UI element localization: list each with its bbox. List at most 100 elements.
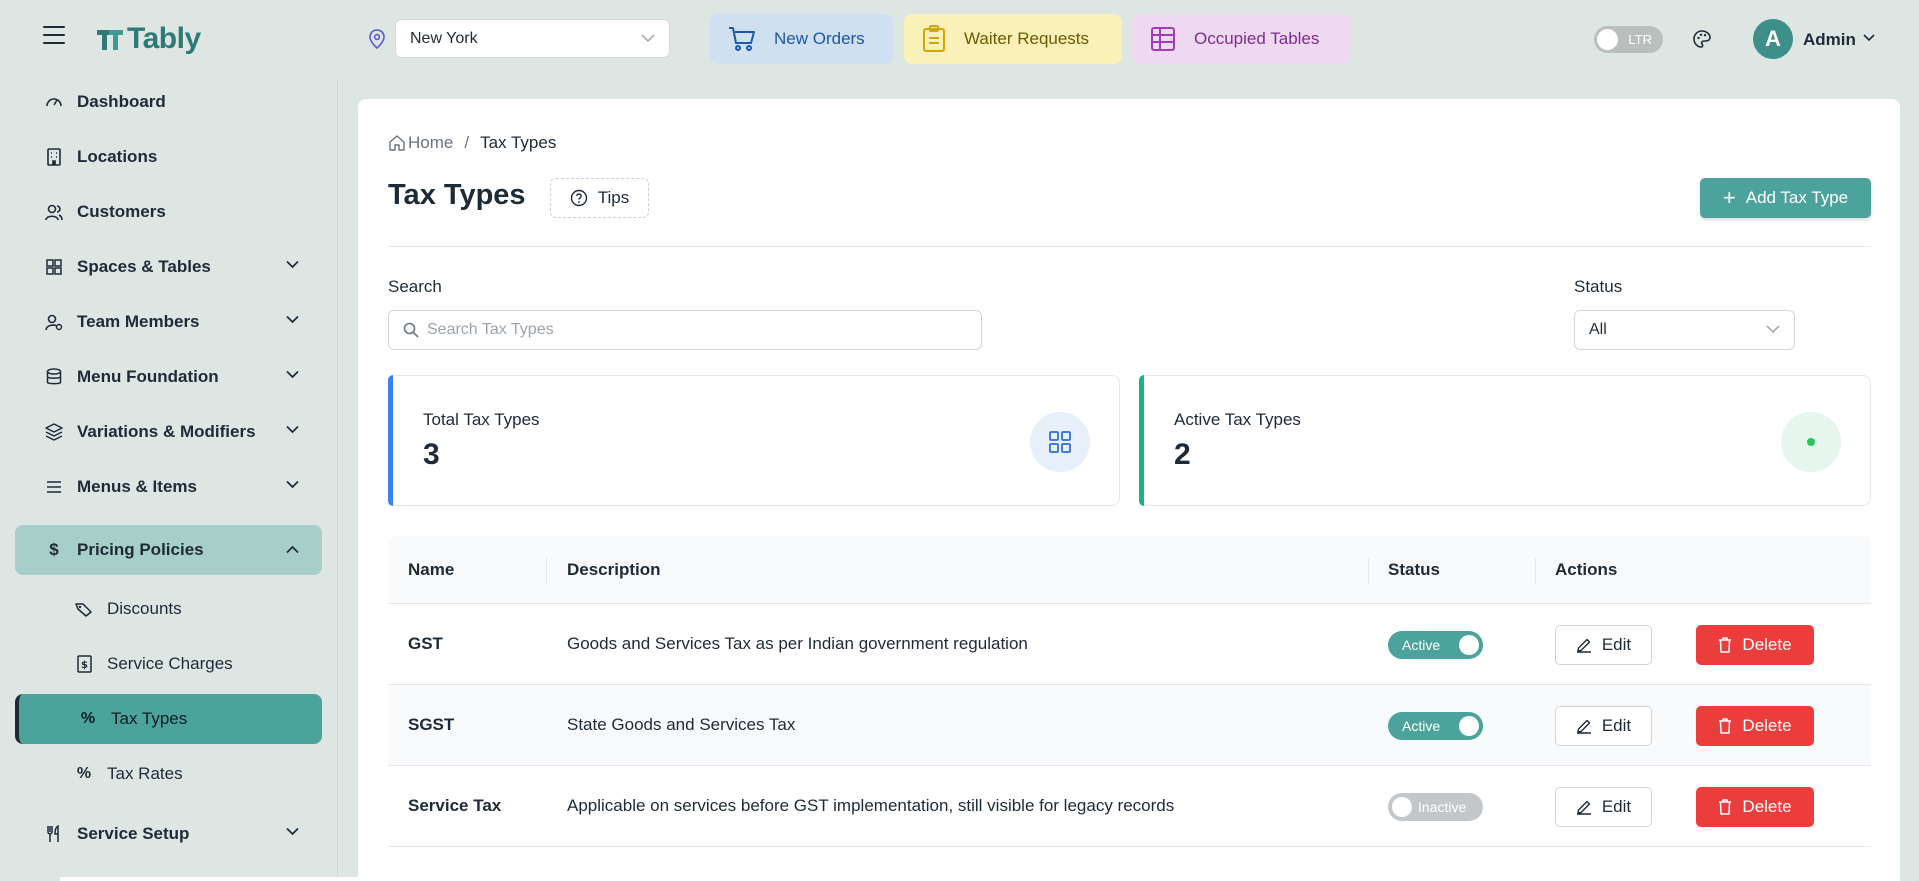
search-box[interactable]: [388, 310, 982, 350]
column-divider: [1368, 558, 1369, 584]
table-header: Name Description Status Actions: [388, 536, 1871, 604]
waiter-requests-button[interactable]: Waiter Requests: [904, 14, 1122, 64]
sidebar-item-locations[interactable]: Locations: [15, 134, 322, 180]
sidebar-item-customers[interactable]: Customers: [15, 189, 322, 235]
breadcrumb: Home / Tax Types: [388, 133, 556, 153]
delete-label: Delete: [1742, 716, 1792, 735]
table-body: GST Goods and Services Tax as per Indian…: [388, 604, 1871, 847]
occupied-tables-label: Occupied Tables: [1194, 29, 1320, 48]
trash-icon: [1719, 637, 1732, 653]
table-row: GST Goods and Services Tax as per Indian…: [388, 604, 1871, 685]
chevron-down-icon: [641, 34, 655, 43]
edit-button[interactable]: Edit: [1555, 787, 1652, 827]
sidebar-item-label: Dashboard: [77, 92, 166, 111]
waiter-requests-label: Waiter Requests: [964, 29, 1090, 48]
search-input[interactable]: [427, 321, 947, 339]
stat-value: 2: [1174, 438, 1191, 471]
edit-button[interactable]: Edit: [1555, 706, 1652, 746]
column-header-status: Status: [1388, 560, 1440, 579]
user-gear-icon: [45, 313, 63, 331]
sidebar-item-team-members[interactable]: Team Members: [15, 299, 322, 345]
grid-icon: [45, 258, 63, 276]
location-pin-icon: [369, 29, 385, 49]
card-accent: [388, 375, 393, 506]
direction-toggle-label: LTR: [1628, 32, 1652, 47]
plus-icon: +: [1722, 185, 1736, 210]
help-circle-icon: [570, 189, 587, 207]
cell-name: GST: [408, 634, 443, 653]
status-select-value: All: [1589, 321, 1607, 338]
sidebar-item-label: Customers: [77, 202, 166, 221]
sidebar-item-label: Menu Foundation: [77, 367, 219, 386]
status-toggle[interactable]: Active: [1388, 712, 1483, 740]
list-icon: [45, 478, 63, 496]
sidebar-item-menu-foundation[interactable]: Menu Foundation: [15, 354, 322, 400]
status-select[interactable]: All: [1574, 310, 1795, 350]
sidebar-item-label: Team Members: [77, 312, 200, 331]
chevron-down-icon: [286, 827, 299, 836]
sidebar-item-discounts[interactable]: Discounts: [15, 586, 322, 632]
stat-title: Total Tax Types: [423, 410, 540, 429]
palette-icon[interactable]: [1692, 29, 1712, 49]
tax-types-table: Name Description Status Actions GST Good…: [388, 536, 1871, 847]
edit-label: Edit: [1601, 797, 1632, 816]
sidebar-item-tax-types[interactable]: % Tax Types: [15, 694, 322, 744]
sidebar-item-tax-rates[interactable]: % Tax Rates: [15, 751, 322, 797]
sidebar-item-label: Pricing Policies: [77, 540, 204, 559]
svg-text:$: $: [81, 660, 88, 671]
location-select-value: New York: [410, 29, 478, 47]
delete-button[interactable]: Delete: [1696, 787, 1814, 827]
location-select[interactable]: New York: [395, 19, 670, 58]
sidebar-item-label: Variations & Modifiers: [77, 422, 256, 441]
edit-button[interactable]: Edit: [1555, 625, 1652, 665]
status-label: Status: [1574, 277, 1623, 296]
add-tax-type-label: Add Tax Type: [1745, 188, 1849, 207]
cart-icon: [729, 27, 755, 51]
breadcrumb-home[interactable]: Home: [408, 133, 453, 153]
sidebar-item-spaces-tables[interactable]: Spaces & Tables: [15, 244, 322, 290]
delete-button[interactable]: Delete: [1696, 706, 1814, 746]
avatar[interactable]: A: [1753, 19, 1793, 59]
chevron-down-icon: [286, 260, 299, 269]
chevron-up-icon: [286, 545, 299, 554]
status-toggle-label: Active: [1402, 637, 1441, 653]
table-row: SGST State Goods and Services Tax Active…: [388, 685, 1871, 766]
stat-value: 3: [423, 438, 440, 471]
add-tax-type-button[interactable]: + Add Tax Type: [1700, 178, 1871, 218]
percent-icon: %: [80, 710, 96, 727]
sidebar-item-service-charges[interactable]: $ Service Charges: [15, 641, 322, 687]
cell-description: Applicable on services before GST implem…: [567, 796, 1175, 815]
trash-icon: [1719, 718, 1732, 734]
cell-description: Goods and Services Tax as per Indian gov…: [567, 634, 1028, 653]
chevron-down-icon[interactable]: [1863, 33, 1875, 42]
occupied-tables-button[interactable]: Occupied Tables: [1132, 14, 1351, 64]
direction-toggle[interactable]: LTR: [1594, 26, 1663, 53]
new-orders-label: New Orders: [774, 29, 865, 48]
sidebar-item-label: Discounts: [107, 599, 182, 618]
status-toggle[interactable]: Inactive: [1388, 793, 1483, 821]
sidebar-item-pricing-policies[interactable]: $ Pricing Policies: [15, 525, 322, 575]
utensils-icon: [45, 825, 63, 843]
toggle-knob: [1392, 797, 1412, 817]
delete-button[interactable]: Delete: [1696, 625, 1814, 665]
status-toggle[interactable]: Active: [1388, 631, 1483, 659]
sidebar-item-label: Service Charges: [107, 654, 233, 673]
brand[interactable]: Tably: [95, 22, 201, 56]
brand-name: Tably: [127, 22, 201, 55]
new-orders-button[interactable]: New Orders: [710, 14, 893, 64]
building-icon: [45, 148, 63, 166]
sidebar-item-label: Service Setup: [77, 824, 190, 843]
tips-button[interactable]: Tips: [550, 178, 649, 218]
edit-label: Edit: [1601, 716, 1632, 735]
user-name[interactable]: Admin: [1803, 30, 1856, 50]
column-header-description: Description: [567, 560, 661, 579]
menu-icon[interactable]: [43, 26, 65, 46]
sidebar-item-service-setup[interactable]: Service Setup: [15, 811, 322, 857]
delete-label: Delete: [1742, 797, 1792, 816]
card-accent: [1139, 375, 1144, 506]
sidebar-item-dashboard[interactable]: Dashboard: [15, 79, 322, 125]
sidebar-item-menus-items[interactable]: Menus & Items: [15, 464, 322, 510]
discount-tag-icon: [75, 600, 93, 618]
sidebar-item-label: Tax Rates: [107, 764, 183, 783]
sidebar-item-variations-modifiers[interactable]: Variations & Modifiers: [15, 409, 322, 455]
